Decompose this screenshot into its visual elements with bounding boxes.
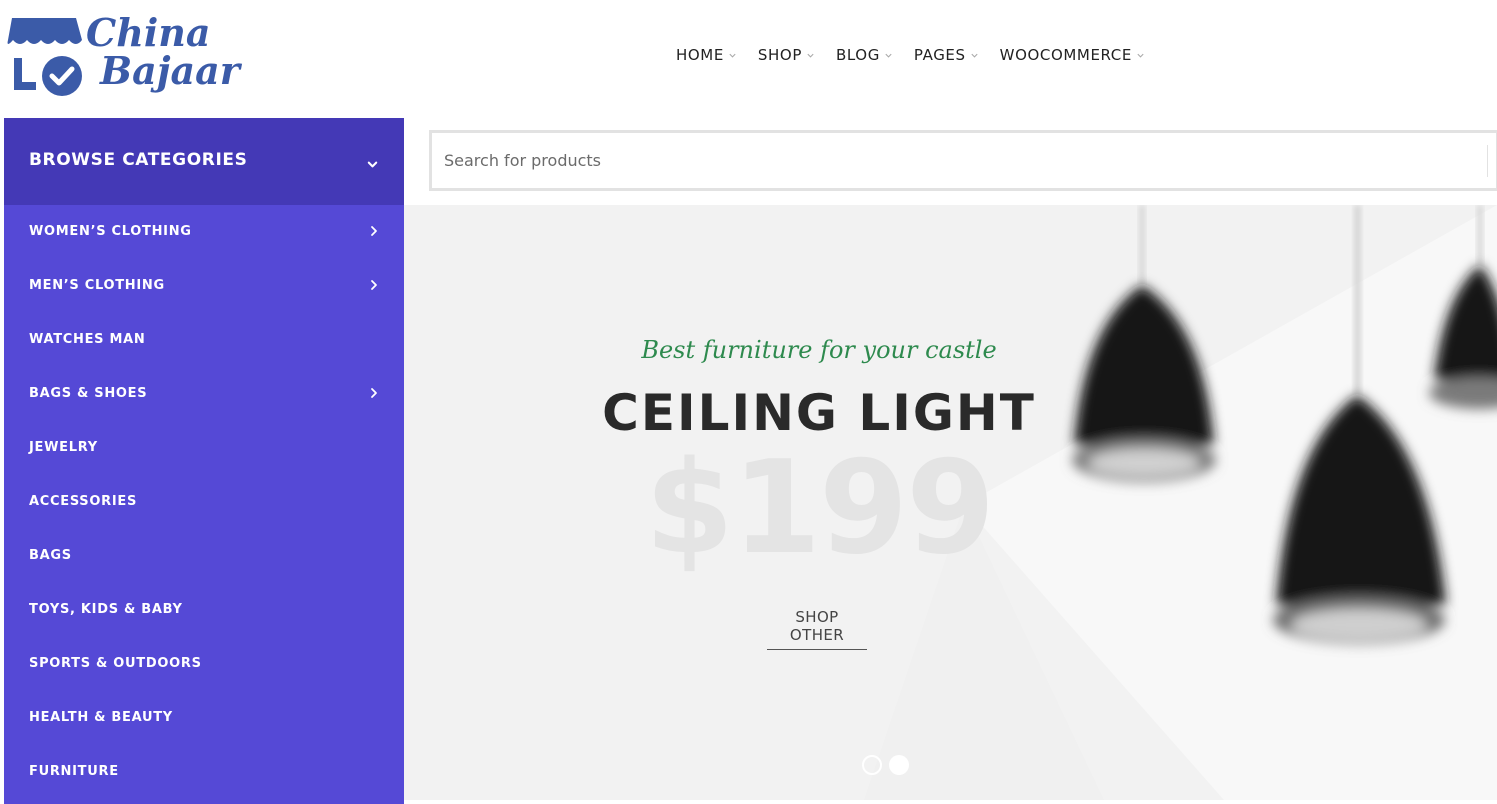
slider-dot-1[interactable] xyxy=(862,755,882,775)
chevron-right-icon xyxy=(371,226,377,236)
category-label: BAGS xyxy=(29,548,72,563)
category-sidebar: BROWSE CATEGORIES WOMEN’S CLOTHING MEN’S… xyxy=(4,118,404,804)
category-label: JEWELRY xyxy=(29,440,98,455)
category-list: WOMEN’S CLOTHING MEN’S CLOTHING WATCHES … xyxy=(4,205,404,799)
nav-item-pages[interactable]: PAGES xyxy=(914,46,979,64)
category-item-furniture[interactable]: FURNITURE xyxy=(4,745,404,799)
category-label: BAGS & SHOES xyxy=(29,386,148,401)
search-bar xyxy=(429,130,1497,191)
nav-item-home[interactable]: HOME xyxy=(676,46,737,64)
category-label: FURNITURE xyxy=(29,764,119,779)
slider-pagination xyxy=(862,755,916,775)
category-label: HEALTH & BEAUTY xyxy=(29,710,173,725)
slider-dot-2[interactable] xyxy=(889,755,909,775)
category-item-womens-clothing[interactable]: WOMEN’S CLOTHING xyxy=(4,205,404,259)
shop-awning-icon xyxy=(7,18,82,96)
category-label: TOYS, KIDS & BABY xyxy=(29,602,183,617)
nav-item-shop[interactable]: SHOP xyxy=(758,46,815,64)
chevron-down-icon xyxy=(367,161,378,168)
logo-line-2: Bajaar xyxy=(100,48,240,93)
category-label: WATCHES MAN xyxy=(29,332,146,347)
category-label: WOMEN’S CLOTHING xyxy=(29,224,192,239)
category-label: ACCESSORIES xyxy=(29,494,138,509)
search-divider xyxy=(1487,145,1488,177)
chevron-down-icon xyxy=(971,53,978,58)
shop-other-link[interactable]: SHOP OTHER xyxy=(767,608,867,650)
nav-item-label: SHOP xyxy=(757,46,802,64)
logo-line-1: China xyxy=(86,10,211,55)
chevron-right-icon xyxy=(371,388,377,398)
main-nav: HOME SHOP BLOG PAGES WOOCOMMERCE xyxy=(676,44,1166,66)
nav-item-blog[interactable]: BLOG xyxy=(836,46,893,64)
category-item-sports-outdoors[interactable]: SPORTS & OUTDOORS xyxy=(4,637,404,691)
category-item-accessories[interactable]: ACCESSORIES xyxy=(4,475,404,529)
chevron-right-icon xyxy=(371,280,377,290)
chevron-down-icon xyxy=(1137,53,1144,58)
category-item-bags[interactable]: BAGS xyxy=(4,529,404,583)
category-item-watches-man[interactable]: WATCHES MAN xyxy=(4,313,404,367)
category-item-mens-clothing[interactable]: MEN’S CLOTHING xyxy=(4,259,404,313)
hero-tagline: Best furniture for your castle xyxy=(641,336,997,364)
nav-item-label: PAGES xyxy=(913,46,966,64)
category-item-jewelry[interactable]: JEWELRY xyxy=(4,421,404,475)
chevron-down-icon xyxy=(729,53,736,58)
category-item-bags-shoes[interactable]: BAGS & SHOES xyxy=(4,367,404,421)
browse-categories-toggle[interactable]: BROWSE CATEGORIES xyxy=(4,118,404,205)
category-item-health-beauty[interactable]: HEALTH & BEAUTY xyxy=(4,691,404,745)
nav-item-label: HOME xyxy=(676,46,724,64)
nav-item-label: BLOG xyxy=(835,46,880,64)
category-label: SPORTS & OUTDOORS xyxy=(29,656,202,671)
hero-slider: Best furniture for your castle $199 CEIL… xyxy=(404,205,1497,800)
hero-price: $199 xyxy=(644,434,995,583)
search-input[interactable] xyxy=(432,133,1488,188)
hero-title: CEILING LIGHT xyxy=(602,384,1036,442)
site-logo[interactable]: China Bajaar xyxy=(6,6,240,106)
sidebar-title: BROWSE CATEGORIES xyxy=(29,150,248,170)
chevron-down-icon xyxy=(807,53,814,58)
nav-item-label: WOOCOMMERCE xyxy=(999,46,1132,64)
category-label: MEN’S CLOTHING xyxy=(29,278,165,293)
category-item-toys-kids-baby[interactable]: TOYS, KIDS & BABY xyxy=(4,583,404,637)
chevron-down-icon xyxy=(885,53,892,58)
nav-item-woocommerce[interactable]: WOOCOMMERCE xyxy=(1000,46,1145,64)
